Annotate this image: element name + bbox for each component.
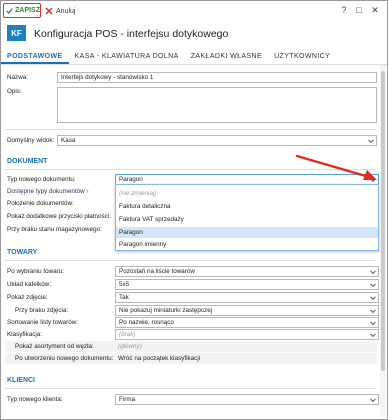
show-image-label: Pokaż zdjęcie: bbox=[7, 294, 48, 301]
tab-users[interactable]: UŻYTKOWNICY bbox=[268, 51, 336, 64]
chevron-down-icon bbox=[370, 267, 376, 274]
tiles-layout-label: Układ kafelków: bbox=[7, 281, 52, 288]
sort-value: Po nazwie, rosnąco bbox=[119, 319, 174, 326]
sort-select[interactable]: Po nazwie, rosnąco bbox=[115, 317, 379, 328]
doc-type-dropdown-list: (nie zmieniaj) Faktura detaliczna Faktur… bbox=[115, 184, 379, 251]
description-textarea[interactable] bbox=[57, 87, 377, 123]
show-image-value: Tak bbox=[119, 294, 129, 301]
tab-custom-tabs[interactable]: ZAKŁADKI WŁASNE bbox=[185, 51, 268, 64]
section-document-title: DOKUMENT bbox=[7, 158, 48, 165]
new-client-type-select[interactable]: Firma bbox=[115, 394, 379, 405]
toolbar: ZAPISZ Anuluj ? □ ✕ bbox=[1, 1, 387, 21]
new-client-type-value: Firma bbox=[119, 396, 136, 403]
divider bbox=[5, 260, 375, 261]
no-image-label: Przy braku zdjęcia: bbox=[15, 307, 69, 314]
default-view-select[interactable]: Kasa bbox=[57, 135, 377, 146]
config-window: ZAPISZ Anuluj ? □ ✕ KF Konfiguracja POS … bbox=[0, 0, 388, 420]
scrollbar-thumb[interactable] bbox=[381, 71, 385, 371]
close-icon bbox=[45, 7, 53, 15]
scrollbar[interactable] bbox=[380, 65, 386, 417]
chevron-down-icon bbox=[370, 395, 376, 402]
cancel-button[interactable]: Anuluj bbox=[45, 5, 75, 17]
chevron-down-icon bbox=[370, 280, 376, 287]
help-button[interactable]: ? bbox=[338, 4, 350, 16]
dropdown-option-vat-invoice[interactable]: Faktura VAT sprzedaży bbox=[116, 214, 378, 225]
extra-payment-buttons-label: Pokaż dodatkowe przyciski płatności: bbox=[7, 213, 111, 220]
after-create-value[interactable]: Wróć na początek klasyfikacji bbox=[118, 355, 200, 362]
after-create-label: Po utworzeniu nowego dokumentu: bbox=[15, 355, 114, 362]
checkmark-icon bbox=[6, 7, 13, 14]
annotation-arrow-icon bbox=[295, 154, 377, 180]
dropdown-option-named-receipt[interactable]: Paragon imienny bbox=[116, 239, 378, 250]
classification-value: (brak) bbox=[119, 331, 136, 338]
tab-basic[interactable]: PODSTAWOWE bbox=[1, 51, 69, 64]
page-title: Konfiguracja POS - interfejsu dotykowego bbox=[34, 28, 229, 40]
section-clients-title: KLIENCI bbox=[7, 377, 35, 384]
default-view-value: Kasa bbox=[61, 137, 76, 144]
chevron-right-icon: › bbox=[86, 188, 89, 195]
classification-select[interactable]: (brak) bbox=[115, 329, 379, 340]
after-select-value: Pozostań na liście towarów bbox=[119, 268, 195, 275]
name-input[interactable]: Interfejs dotykowy - stanowisko 1 bbox=[57, 72, 377, 83]
close-window-button[interactable]: ✕ bbox=[369, 4, 381, 16]
after-select-select[interactable]: Pozostań na liście towarów bbox=[115, 266, 379, 277]
new-doc-type-value: Paragon bbox=[119, 176, 143, 183]
show-from-node-value[interactable]: (główny) bbox=[118, 343, 142, 350]
default-view-label: Domyślny widok: bbox=[7, 137, 55, 144]
tiles-layout-value: 5x5 bbox=[119, 281, 130, 288]
no-image-value: Nie pokazuj miniaturki zastępczej bbox=[119, 307, 213, 314]
tabs-divider bbox=[1, 64, 387, 65]
after-select-label: Po wybraniu towaru: bbox=[7, 268, 65, 275]
dropdown-option-receipt[interactable]: Paragon bbox=[116, 227, 378, 238]
name-label: Nazwa: bbox=[7, 74, 28, 81]
dropdown-option-retail-invoice[interactable]: Faktura detaliczna bbox=[116, 201, 378, 212]
tiles-layout-select[interactable]: 5x5 bbox=[115, 279, 379, 290]
no-stock-label: Przy braku stanu magazynowego: bbox=[7, 226, 102, 233]
chevron-down-icon bbox=[370, 330, 376, 337]
available-doc-types-link[interactable]: Dostępne typy dokumentów › bbox=[7, 188, 89, 195]
cancel-label: Anuluj bbox=[56, 7, 76, 15]
chevron-down-icon bbox=[370, 293, 376, 300]
divider bbox=[5, 388, 375, 389]
no-image-select[interactable]: Nie pokazuj miniaturki zastępczej bbox=[115, 305, 379, 316]
show-from-node-label: Pokaż asortyment od węzła: bbox=[15, 343, 94, 350]
save-button[interactable]: ZAPISZ bbox=[3, 3, 41, 18]
available-doc-types-label: Dostępne typy dokumentów bbox=[7, 188, 85, 195]
chevron-down-icon bbox=[370, 306, 376, 313]
description-label: Opis: bbox=[7, 88, 22, 95]
tab-cash-keyboard[interactable]: KASA - KLAWIATURA DOLNA bbox=[69, 51, 185, 64]
sort-label: Sortowanie listy towarów: bbox=[7, 319, 79, 326]
app-logo: KF bbox=[7, 25, 26, 41]
divider bbox=[5, 129, 375, 130]
save-label: ZAPISZ bbox=[15, 7, 40, 14]
doc-location-label: Położenie dokumentów: bbox=[7, 200, 74, 207]
new-doc-type-label: Typ nowego dokumentu: bbox=[7, 176, 76, 183]
new-client-type-label: Typ nowego klienta: bbox=[7, 396, 63, 403]
maximize-button[interactable]: □ bbox=[353, 4, 365, 16]
tab-bar: PODSTAWOWE KASA - KLAWIATURA DOLNA ZAKŁA… bbox=[1, 51, 387, 64]
classification-label: Klasyfikacja: bbox=[7, 331, 42, 338]
section-goods-title: TOWARY bbox=[7, 249, 38, 256]
show-image-select[interactable]: Tak bbox=[115, 292, 379, 303]
chevron-down-icon bbox=[368, 136, 374, 143]
chevron-down-icon bbox=[370, 318, 376, 325]
dropdown-option-none[interactable]: (nie zmieniaj) bbox=[116, 188, 378, 199]
